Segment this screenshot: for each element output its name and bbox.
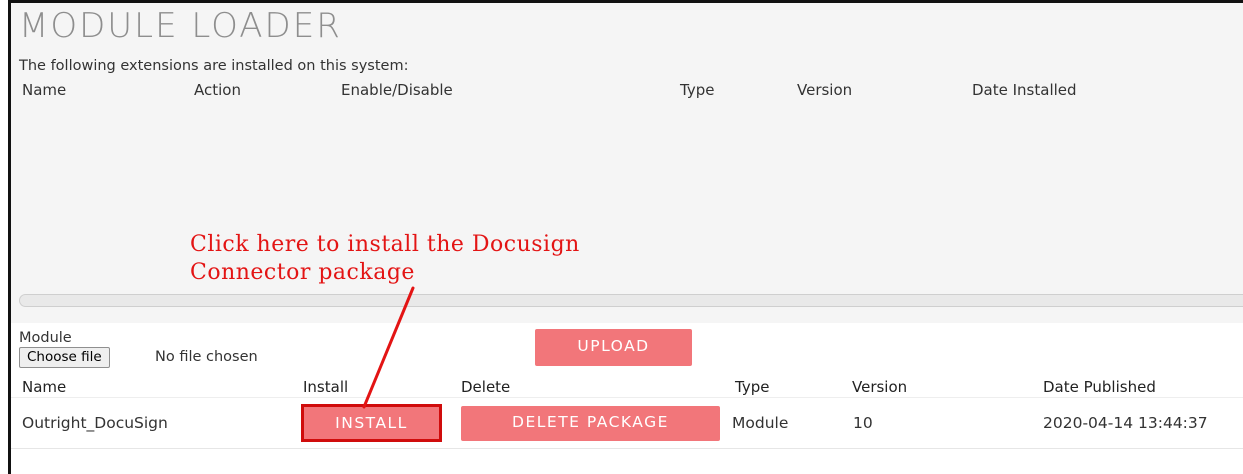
annotation-arrow <box>362 286 415 409</box>
annotation-callout: Click here to install the Docusign Conne… <box>190 231 580 287</box>
annotation-line-2: Connector package <box>190 260 415 285</box>
annotation-line-1: Click here to install the Docusign <box>190 232 580 257</box>
annotation-pointer-line <box>362 286 415 409</box>
